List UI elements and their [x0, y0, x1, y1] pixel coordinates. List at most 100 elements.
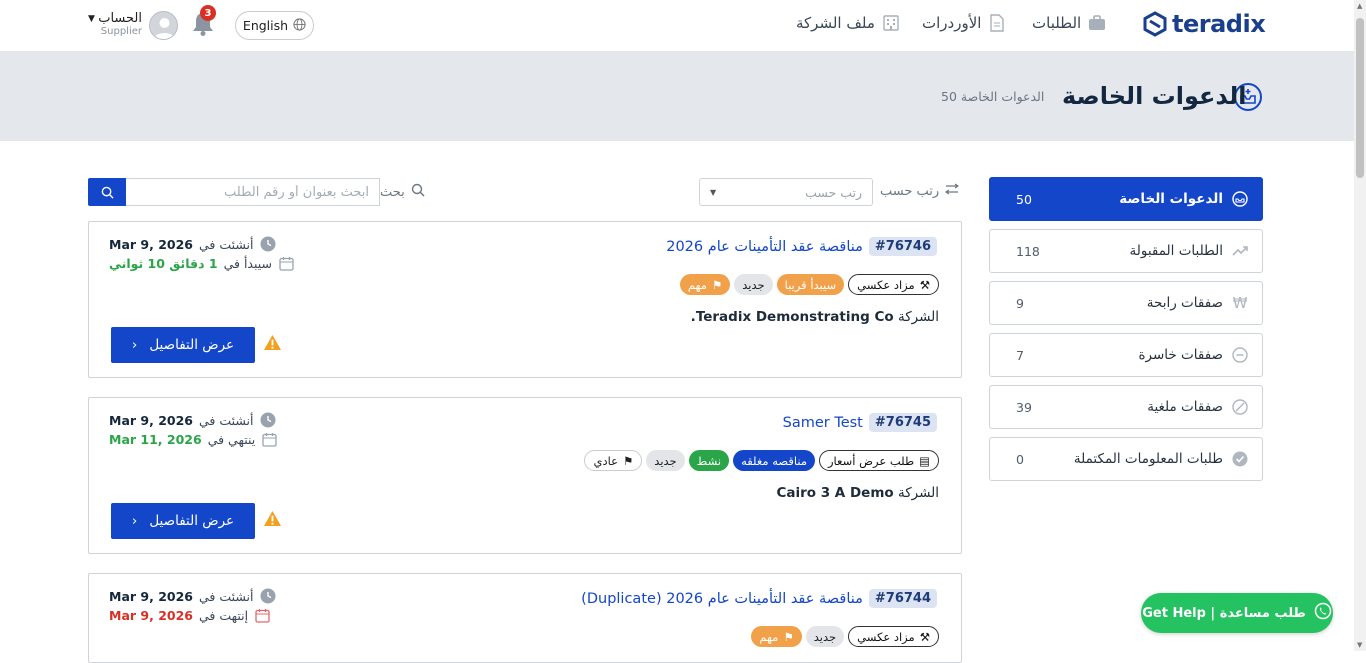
- new-tag: جديد: [734, 274, 773, 295]
- language-switch-button[interactable]: English: [235, 11, 314, 40]
- warning-icon: [263, 334, 283, 352]
- sidebar-item-count: 39: [1016, 399, 1032, 415]
- company-name: Teradix Demonstrating Co.: [690, 309, 894, 325]
- language-label: English: [242, 18, 289, 33]
- gavel-icon: ⚒: [919, 277, 930, 292]
- help-button-label: Get Help | طلب مساعدة: [1142, 605, 1306, 621]
- nav-company-profile[interactable]: ملف الشركة: [796, 14, 900, 32]
- created-label: أنشئت في: [198, 588, 254, 604]
- chevron-left-icon: ‹: [131, 337, 138, 353]
- status-label: إنتهت في: [198, 607, 249, 623]
- status-tag: سيبدأ قريبا: [776, 274, 845, 295]
- chevron-left-icon: ‹: [131, 513, 138, 529]
- status-date: إنتهت في Mar 9, 2026: [109, 607, 270, 623]
- avatar[interactable]: [149, 11, 178, 40]
- company-line: الشركة Teradix Demonstrating Co.: [691, 309, 939, 325]
- created-value: Mar 9, 2026: [109, 412, 193, 428]
- list-icon: ▤: [919, 453, 930, 468]
- clock-icon: [260, 588, 276, 604]
- view-details-button[interactable]: عرض التفاصيل ‹: [111, 503, 255, 539]
- sidebar-item-count: 118: [1016, 243, 1040, 259]
- nav-requests[interactable]: الطلبات: [1032, 14, 1106, 32]
- notification-count-badge: 3: [200, 5, 216, 21]
- search-input[interactable]: [125, 178, 380, 206]
- status-tag: نشط: [688, 450, 730, 471]
- sidebar-item-accepted-requests[interactable]: 118 الطلبات المقبولة: [989, 229, 1263, 273]
- caret-down-icon: ▼: [88, 14, 95, 24]
- request-title-link[interactable]: مناقصة عقد التأمينات عام 2026 (Duplicate…: [581, 591, 863, 607]
- sidebar-item-won-deals[interactable]: 9 ₩ صفقات رابحة: [989, 281, 1263, 325]
- account-name: الحساب: [98, 11, 142, 26]
- sidebar-item-completed-rfi[interactable]: 0 طلبات المعلومات المكتملة: [989, 437, 1263, 481]
- nav-requests-label: الطلبات: [1032, 14, 1082, 32]
- created-label: أنشئت في: [198, 412, 254, 428]
- building-icon: [882, 14, 900, 32]
- sidebar-item-label: طلبات المعلومات المكتملة: [1073, 451, 1223, 467]
- priority-tag: ⚑ مهم: [751, 626, 802, 647]
- sidebar-item-count: 0: [1016, 451, 1024, 467]
- top-navbar: teradix الطلبات الأوردرات ملف الشركة Eng…: [0, 0, 1354, 52]
- page-title: الدعوات الخاصة: [1062, 82, 1247, 110]
- sidebar-item-private-invitations[interactable]: 50 الدعوات الخاصة: [989, 177, 1263, 221]
- account-role: Supplier: [100, 26, 142, 37]
- currency-icon: ₩: [1232, 294, 1248, 312]
- flag-icon: ⚑: [783, 629, 794, 644]
- view-details-label: عرض التفاصيل: [149, 337, 235, 353]
- created-date: أنشئت في Mar 9, 2026: [109, 588, 276, 604]
- nav-orders[interactable]: الأوردرات: [922, 14, 1006, 32]
- calendar-icon: [254, 607, 270, 623]
- request-number: #76745: [868, 413, 937, 432]
- priority-tag: ⚑ مهم: [679, 274, 731, 295]
- tag-label: مهم: [687, 277, 707, 292]
- sidebar-item-label: الطلبات المقبولة: [1129, 243, 1224, 259]
- sort-label-text: رتب حسب: [880, 183, 940, 199]
- invitation-card: #76745 Samer Test ▤ طلب عرض أسعار مناقصه …: [88, 397, 962, 554]
- sidebar-item-label: صفقات ملغية: [1147, 399, 1223, 415]
- scrollbar-thumb[interactable]: [1356, 18, 1364, 178]
- scroll-up-icon[interactable]: ▲: [1357, 2, 1362, 10]
- sidebar-item-label: الدعوات الخاصة: [1119, 191, 1223, 207]
- request-title-link[interactable]: Samer Test: [783, 415, 863, 431]
- get-help-button[interactable]: Get Help | طلب مساعدة: [1141, 593, 1333, 633]
- gavel-icon: ⚒: [919, 629, 930, 644]
- scroll-down-icon[interactable]: ▼: [1357, 641, 1362, 649]
- search-icon: [411, 183, 425, 201]
- type-tag: ▤ طلب عرض أسعار: [819, 450, 939, 471]
- teradix-logo[interactable]: teradix: [1142, 10, 1266, 38]
- flag-icon: ⚑: [711, 277, 723, 292]
- tag-label: عادي: [593, 453, 618, 468]
- sidebar-item-cancelled-deals[interactable]: 39 صفقات ملغية: [989, 385, 1263, 429]
- sort-select[interactable]: ▼ رتب حسب: [699, 178, 873, 206]
- account-menu[interactable]: ▼ الحساب Supplier: [88, 11, 142, 37]
- status-value: 1 دقائق 10 ثواني: [109, 255, 218, 271]
- nav-orders-label: الأوردرات: [922, 14, 982, 32]
- chevron-down-icon: ▼: [710, 187, 717, 197]
- logo-text: teradix: [1172, 10, 1266, 38]
- company-name: Cairo 3 A Demo: [776, 485, 894, 501]
- priority-tag: ⚑ عادي: [584, 450, 643, 471]
- cancel-circle-icon: [1232, 399, 1248, 415]
- sidebar-item-count: 50: [1016, 191, 1032, 207]
- page-scrollbar[interactable]: ▲ ▼: [1354, 0, 1366, 651]
- status-label: ينتهي في: [207, 431, 256, 447]
- sidebar-item-lost-deals[interactable]: 7 صفقات خاسرة: [989, 333, 1263, 377]
- tag-label: مزاد عكسي: [857, 629, 915, 644]
- status-label: سيبدأ في: [223, 255, 273, 271]
- sort-select-placeholder: رتب حسب: [805, 184, 862, 200]
- created-value: Mar 9, 2026: [109, 588, 193, 604]
- globe-icon: [293, 17, 306, 34]
- request-number: #76744: [868, 589, 937, 608]
- tender-type-tag: مناقصه مغلقه: [733, 450, 815, 471]
- view-details-label: عرض التفاصيل: [149, 513, 235, 529]
- view-details-button[interactable]: عرض التفاصيل ‹: [111, 327, 255, 363]
- search-icon: [101, 186, 114, 199]
- created-date: أنشئت في Mar 9, 2026: [109, 236, 276, 252]
- type-tag: ⚒ مزاد عكسي: [848, 626, 939, 647]
- tag-label: مزاد عكسي: [857, 277, 915, 292]
- request-number: #76746: [868, 237, 937, 256]
- request-title-link[interactable]: مناقصة عقد التأمينات عام 2026: [666, 239, 863, 255]
- status-value: Mar 11, 2026: [109, 431, 202, 447]
- created-date: أنشئت في Mar 9, 2026: [109, 412, 276, 428]
- created-value: Mar 9, 2026: [109, 236, 193, 252]
- search-button[interactable]: [88, 178, 126, 206]
